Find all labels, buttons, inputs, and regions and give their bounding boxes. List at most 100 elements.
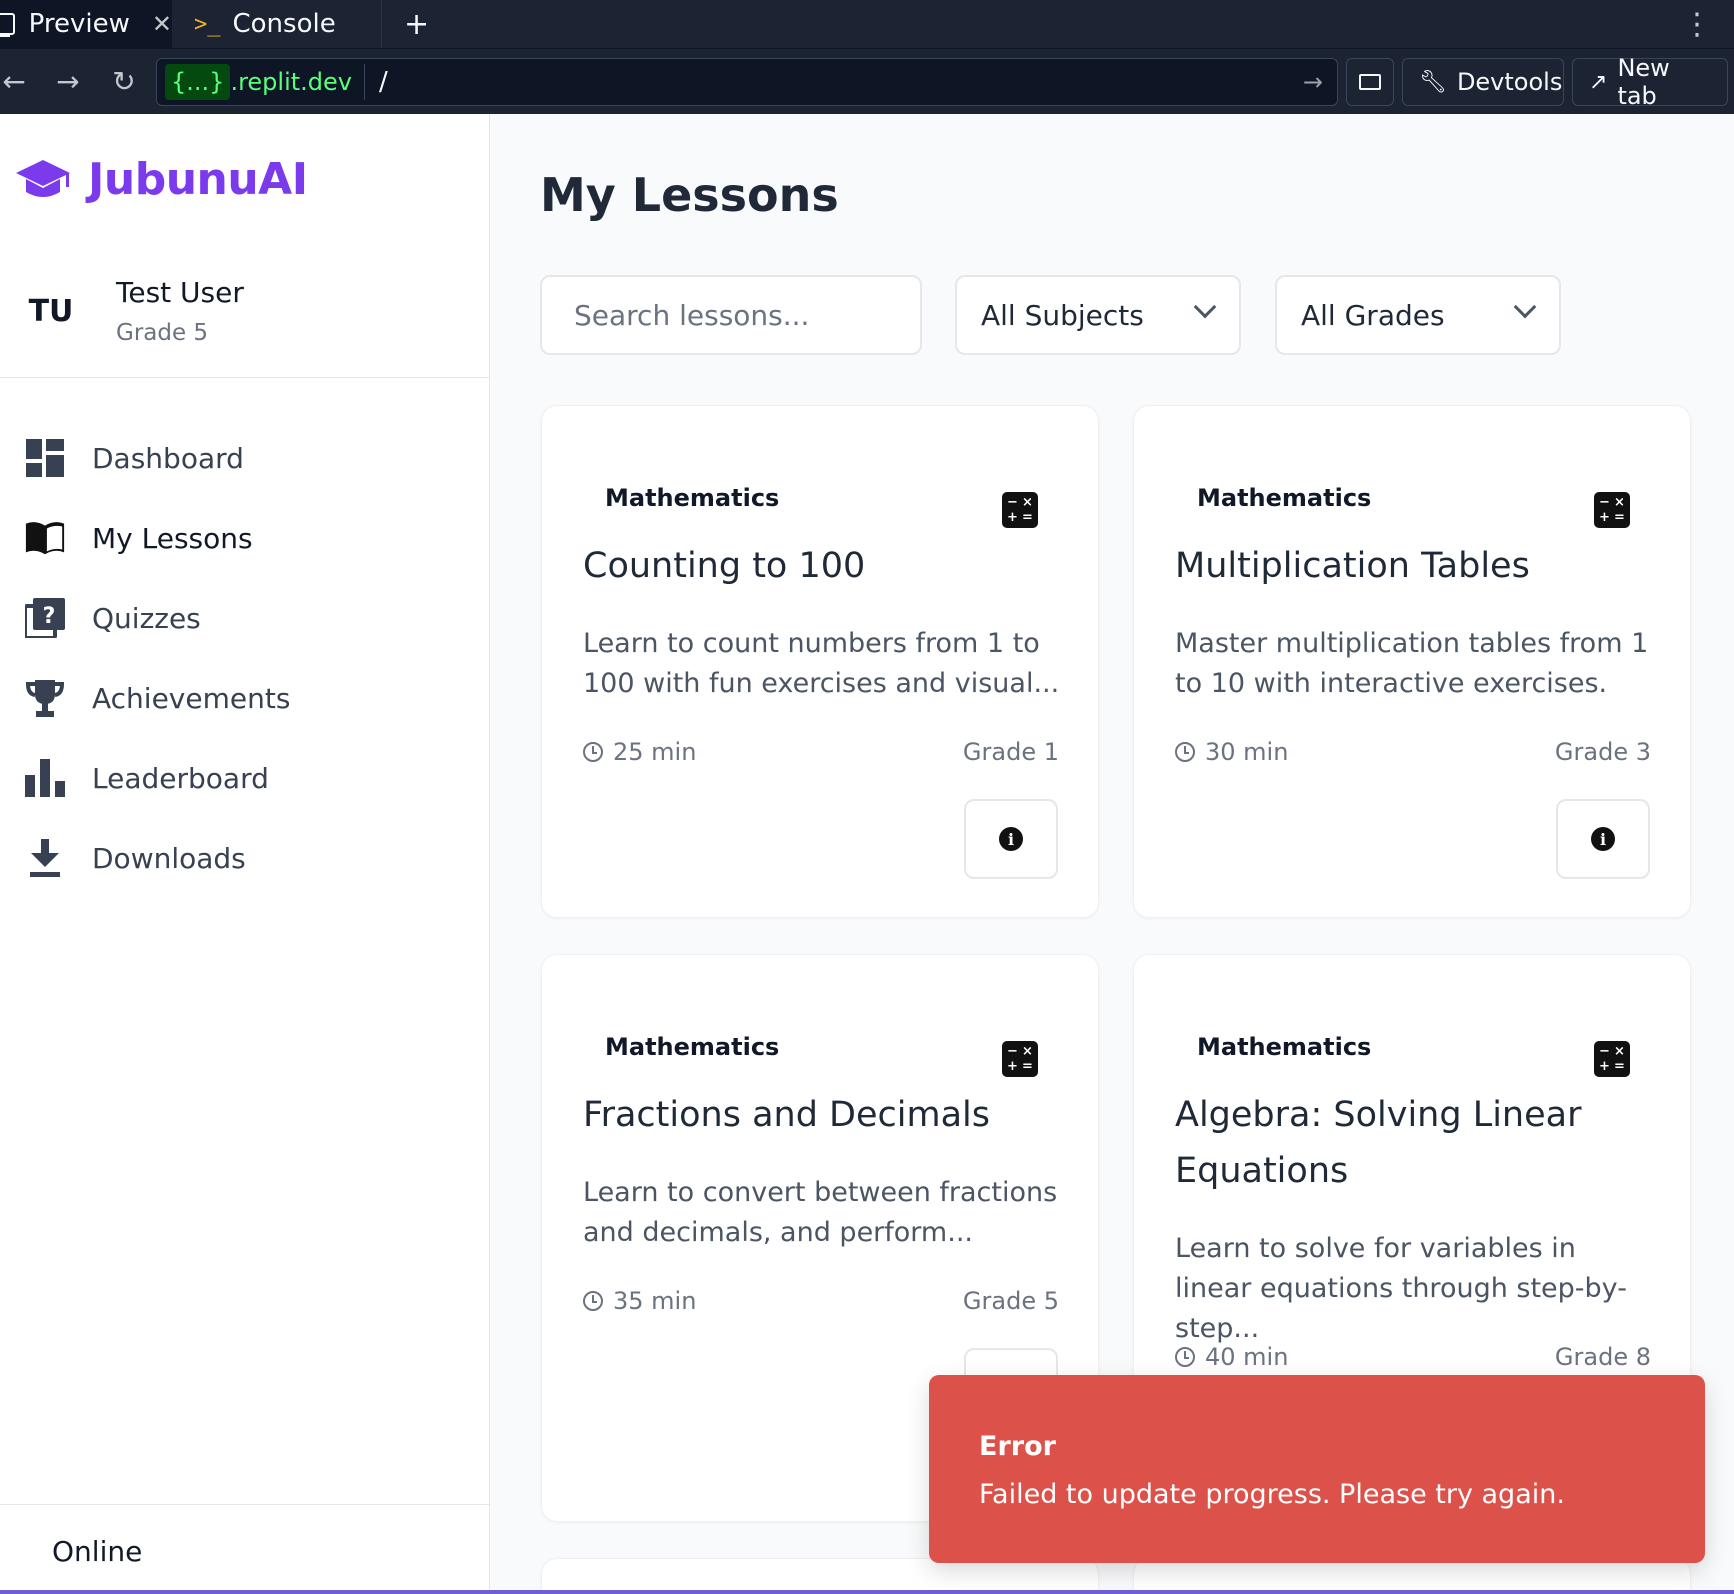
lesson-title: Counting to 100	[583, 546, 866, 586]
sidebar-item-label: Quizzes	[92, 601, 201, 635]
external-link-icon: ↗	[1589, 69, 1608, 95]
url-host: {...}	[165, 64, 231, 100]
sidebar-item-label: Leaderboard	[92, 761, 269, 795]
tab-preview-label: Preview	[28, 9, 130, 39]
back-arrow-icon[interactable]: ←	[0, 59, 34, 103]
tab-console[interactable]: >_ Console	[172, 0, 382, 48]
error-toast[interactable]: Error Failed to update progress. Please …	[929, 1375, 1705, 1563]
lesson-meta: 40 min Grade 8	[1175, 1343, 1651, 1371]
tab-console-label: Console	[232, 9, 336, 39]
sidebar-item-my-lessons[interactable]: My Lessons	[0, 498, 490, 578]
sidebar-item-label: My Lessons	[92, 521, 253, 555]
lesson-description: Learn to solve for variables in linear e…	[1175, 1233, 1627, 1344]
sidebar-item-leaderboard[interactable]: Leaderboard	[0, 738, 490, 818]
book-open-icon	[24, 517, 66, 559]
go-arrow-icon[interactable]: →	[1303, 68, 1323, 96]
tab-preview[interactable]: Preview ✕	[0, 0, 172, 48]
terminal-icon: >_	[194, 11, 221, 37]
bar-chart-icon	[24, 757, 66, 799]
graduation-cap-icon	[16, 159, 70, 197]
lesson-info-button[interactable]: i	[1556, 799, 1650, 879]
url-divider	[363, 64, 365, 100]
lesson-description: Master multiplication tables from 1 to 1…	[1175, 628, 1649, 699]
lesson-duration: 30 min	[1175, 738, 1288, 766]
lesson-card[interactable]: Mathematics − × + = Multiplication Tables M…	[1133, 405, 1691, 918]
devtools-label: Devtools	[1456, 68, 1563, 96]
lesson-duration: 40 min	[1175, 1343, 1288, 1371]
subject-filter-select[interactable]: All Subjects	[955, 275, 1241, 355]
sidebar-item-label: Downloads	[92, 841, 246, 875]
connection-status: Online	[0, 1504, 490, 1594]
lesson-card[interactable]: Mathematics − × + = Counting to 100 Learn t…	[541, 405, 1099, 918]
user-name: Test User	[116, 276, 244, 309]
lesson-grade: Grade 3	[1554, 738, 1651, 766]
lesson-duration: 25 min	[583, 738, 696, 766]
bottom-accent-line	[0, 1590, 1734, 1594]
calculator-icon: − × + =	[1594, 492, 1630, 528]
lesson-grade: Grade 8	[1554, 1343, 1651, 1371]
screen-icon	[1359, 74, 1381, 90]
toast-title: Error	[979, 1431, 1056, 1462]
grade-filter-select[interactable]: All Grades	[1275, 275, 1561, 355]
calculator-icon: − × + =	[1002, 492, 1038, 528]
url-path: /	[378, 67, 388, 97]
clock-icon	[1175, 1347, 1195, 1367]
reload-icon[interactable]: ↻	[104, 59, 144, 103]
calculator-icon: − × + =	[1594, 1041, 1630, 1077]
sidebar-item-quizzes[interactable]: ? Quizzes	[0, 578, 490, 658]
devtools-button[interactable]: 🔧︎ Devtools	[1402, 58, 1564, 106]
url-field[interactable]: {...} .replit.dev / →	[156, 58, 1338, 106]
lesson-title: Algebra: Solving Linear Equations	[1175, 1095, 1582, 1191]
forward-arrow-icon[interactable]: →	[48, 59, 88, 103]
lesson-meta: 30 min Grade 3	[1175, 738, 1651, 766]
search-input[interactable]	[540, 275, 922, 355]
lesson-title: Multiplication Tables	[1175, 546, 1530, 586]
lesson-grade: Grade 1	[962, 738, 1059, 766]
lesson-subject: Mathematics	[1197, 484, 1372, 512]
grade-filter-value: All Grades	[1301, 298, 1445, 332]
lesson-description: Learn to count numbers from 1 to 100 wit…	[583, 628, 1060, 699]
lesson-subject: Mathematics	[1197, 1033, 1372, 1061]
close-icon[interactable]: ✕	[152, 10, 172, 38]
brand-logo[interactable]: JubunuAI	[14, 154, 308, 205]
info-icon: i	[999, 827, 1023, 851]
lesson-duration: 35 min	[583, 1287, 696, 1315]
sidebar-item-label: Achievements	[92, 681, 291, 715]
new-tab-plus-icon[interactable]: +	[404, 0, 429, 48]
lesson-subject: Mathematics	[605, 1033, 780, 1061]
sidebar-item-achievements[interactable]: Achievements	[0, 658, 490, 738]
svg-text:?: ?	[43, 604, 56, 629]
lesson-meta: 35 min Grade 5	[583, 1287, 1059, 1315]
more-options-icon[interactable]: ⋮	[1682, 0, 1712, 48]
lesson-card[interactable]	[1133, 1558, 1691, 1594]
user-profile: TU Test User Grade 5	[0, 264, 490, 378]
user-grade: Grade 5	[116, 320, 209, 346]
monitor-icon	[0, 13, 15, 37]
url-domain: .replit.dev	[230, 68, 352, 96]
sidebar-item-dashboard[interactable]: Dashboard	[0, 418, 490, 498]
lesson-info-button[interactable]: i	[964, 799, 1058, 879]
screen-size-button[interactable]	[1346, 58, 1394, 106]
clock-icon	[583, 742, 603, 762]
sidebar-item-label: Dashboard	[92, 441, 244, 475]
lesson-grade: Grade 5	[962, 1287, 1059, 1315]
lesson-title: Fractions and Decimals	[583, 1095, 990, 1135]
lesson-subject: Mathematics	[605, 484, 780, 512]
subject-filter-value: All Subjects	[981, 298, 1144, 332]
trophy-icon	[24, 677, 66, 719]
wrench-icon: 🔧︎	[1419, 69, 1447, 95]
lesson-description: Learn to convert between fractions and d…	[583, 1177, 1058, 1248]
page-title: My Lessons	[540, 168, 839, 222]
new-tab-label: New tab	[1617, 54, 1670, 110]
browser-tab-bar: Preview ✕ >_ Console + ⋮	[0, 0, 1734, 48]
toast-message: Failed to update progress. Please try ag…	[979, 1479, 1565, 1510]
quiz-icon: ?	[24, 597, 66, 639]
new-tab-button[interactable]: ↗ New tab	[1572, 54, 1728, 110]
sidebar: JubunuAI TU Test User Grade 5 Dashboard …	[0, 114, 490, 1594]
calculator-icon: − × + =	[1002, 1041, 1038, 1077]
lesson-card[interactable]	[541, 1558, 1099, 1594]
clock-icon	[583, 1291, 603, 1311]
avatar: TU	[28, 293, 74, 329]
sidebar-item-downloads[interactable]: Downloads	[0, 818, 490, 898]
chevron-down-icon	[1513, 295, 1537, 319]
